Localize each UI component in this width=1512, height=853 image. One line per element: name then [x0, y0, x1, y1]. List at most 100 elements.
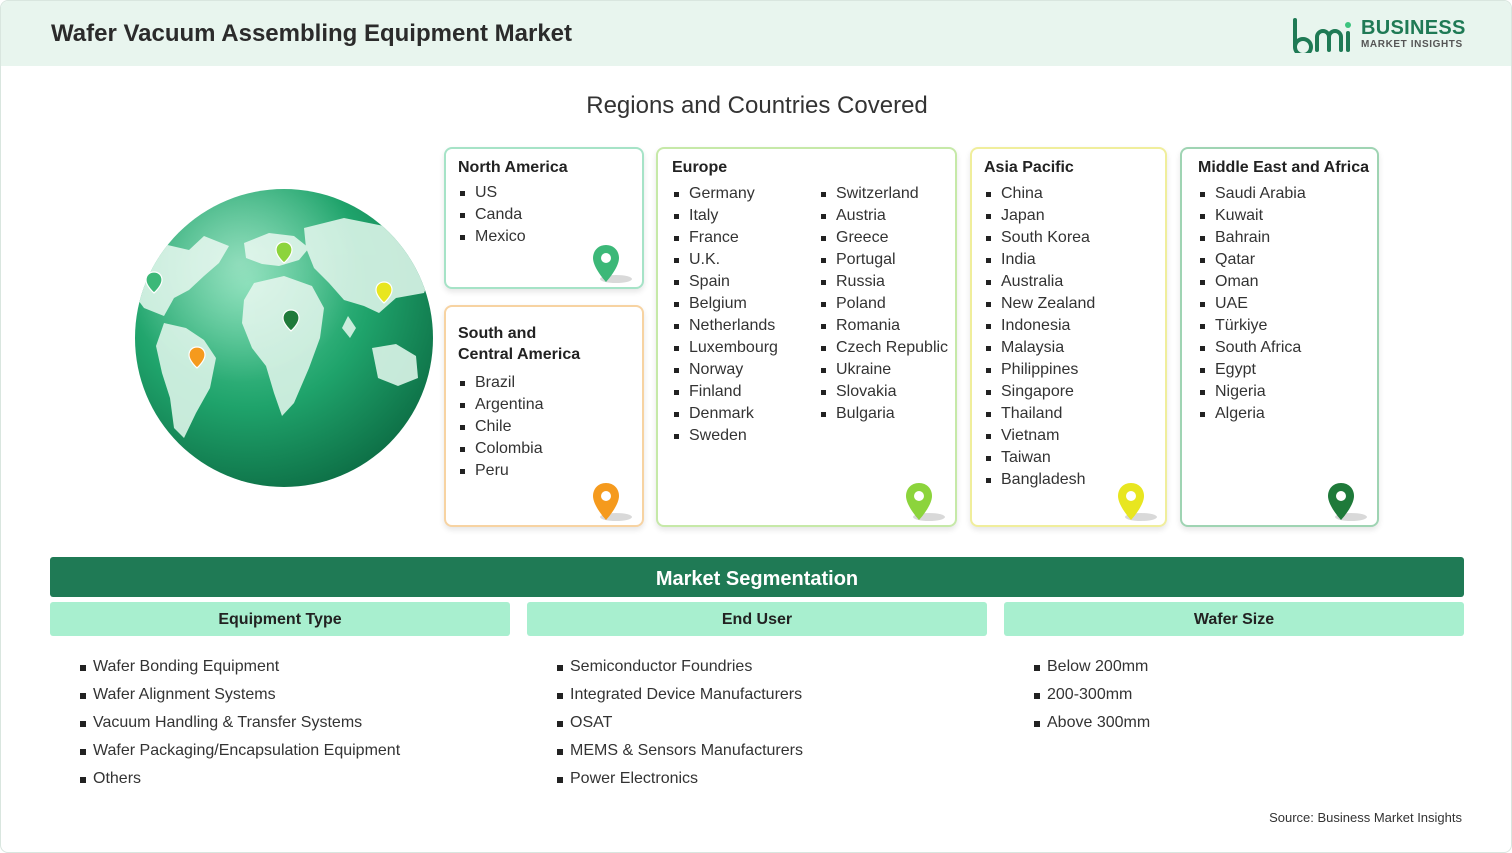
map-pin-icon	[593, 245, 632, 283]
list-item: Nigeria	[1198, 381, 1306, 403]
list-item: MEMS & Sensors Manufacturers	[557, 737, 803, 765]
list-item: Denmark	[672, 403, 778, 425]
list-item: Portugal	[819, 249, 948, 271]
region-card-south-central-america: South and Central America Brazil Argentin…	[444, 305, 644, 527]
list-item: Greece	[819, 227, 948, 249]
list-item: Mexico	[458, 226, 526, 248]
list-item: Above 300mm	[1034, 709, 1150, 737]
list-item: Germany	[672, 183, 778, 205]
region-card-europe: Europe Germany Italy France U.K. Spain B…	[656, 147, 957, 527]
header: Wafer Vacuum Assembling Equipment Market…	[1, 1, 1511, 66]
list-item: Integrated Device Manufacturers	[557, 681, 803, 709]
list-item: South Africa	[1198, 337, 1306, 359]
list-item: Wafer Alignment Systems	[80, 681, 400, 709]
segment-header-wafer-size: Wafer Size	[1004, 602, 1464, 636]
list-item: New Zealand	[984, 293, 1095, 315]
list-item: Türkiye	[1198, 315, 1306, 337]
list-item: Malaysia	[984, 337, 1095, 359]
region-name-line2: Central America	[458, 346, 581, 363]
list-item: Italy	[672, 205, 778, 227]
list-item: Bulgaria	[819, 403, 948, 425]
brand-logo: BUSINESS MARKET INSIGHTS	[1291, 15, 1471, 55]
list-item: Indonesia	[984, 315, 1095, 337]
list-item: UAE	[1198, 293, 1306, 315]
list-item: OSAT	[557, 709, 803, 737]
list-item: India	[984, 249, 1095, 271]
segment-list-wafer-size: Below 200mm 200-300mm Above 300mm	[1034, 653, 1150, 737]
segment-header-equipment-type: Equipment Type	[50, 602, 510, 636]
list-item: Wafer Packaging/Encapsulation Equipment	[80, 737, 400, 765]
list-item: Sweden	[672, 425, 778, 447]
list-item: Taiwan	[984, 447, 1095, 469]
list-item: Vacuum Handling & Transfer Systems	[80, 709, 400, 737]
region-name: North America	[458, 159, 568, 176]
country-list: China Japan South Korea India Australia …	[984, 183, 1095, 491]
list-item: Chile	[458, 416, 544, 438]
list-item: Others	[80, 765, 400, 793]
list-item: Qatar	[1198, 249, 1306, 271]
list-item: China	[984, 183, 1095, 205]
list-item: Oman	[1198, 271, 1306, 293]
list-item: Below 200mm	[1034, 653, 1150, 681]
list-item: Japan	[984, 205, 1095, 227]
list-item: Czech Republic	[819, 337, 948, 359]
map-pin-icon	[593, 483, 632, 521]
list-item: Russia	[819, 271, 948, 293]
list-item: Belgium	[672, 293, 778, 315]
list-item: Wafer Bonding Equipment	[80, 653, 400, 681]
segment-list-end-user: Semiconductor Foundries Integrated Devic…	[557, 653, 803, 793]
segmentation-title: Market Segmentation	[50, 557, 1464, 597]
regions-title: Regions and Countries Covered	[586, 92, 928, 119]
country-list-col2: Switzerland Austria Greece Portugal Russ…	[819, 183, 948, 425]
region-card-middle-east-africa: Middle East and Africa Saudi Arabia Kuwa…	[1180, 147, 1379, 527]
list-item: Poland	[819, 293, 948, 315]
list-item: Brazil	[458, 372, 544, 394]
list-item: Egypt	[1198, 359, 1306, 381]
list-item: Singapore	[984, 381, 1095, 403]
country-list: Brazil Argentina Chile Colombia Peru	[458, 372, 544, 482]
region-card-asia-pacific: Asia Pacific China Japan South Korea Ind…	[970, 147, 1167, 527]
brand-name: BUSINESS	[1361, 17, 1466, 39]
list-item: Switzerland	[819, 183, 948, 205]
brand-subname: MARKET INSIGHTS	[1361, 39, 1463, 50]
list-item: Thailand	[984, 403, 1095, 425]
list-item: Finland	[672, 381, 778, 403]
list-item: Romania	[819, 315, 948, 337]
list-item: Vietnam	[984, 425, 1095, 447]
list-item: U.K.	[672, 249, 778, 271]
segment-header-end-user: End User	[527, 602, 987, 636]
list-item: Slovakia	[819, 381, 948, 403]
region-name: South and Central America	[458, 323, 580, 365]
map-pin-icon	[906, 483, 945, 521]
list-item: Netherlands	[672, 315, 778, 337]
list-item: Ukraine	[819, 359, 948, 381]
list-item: Kuwait	[1198, 205, 1306, 227]
list-item: Bahrain	[1198, 227, 1306, 249]
list-item: South Korea	[984, 227, 1095, 249]
list-item: 200-300mm	[1034, 681, 1150, 709]
map-pin-icon	[1328, 483, 1367, 521]
list-item: Colombia	[458, 438, 544, 460]
source-note: Source: Business Market Insights	[1269, 810, 1462, 825]
list-item: Australia	[984, 271, 1095, 293]
list-item: France	[672, 227, 778, 249]
region-card-north-america: North America US Canda Mexico	[444, 147, 644, 289]
list-item: Canda	[458, 204, 526, 226]
list-item: Algeria	[1198, 403, 1306, 425]
list-item: Luxembourg	[672, 337, 778, 359]
list-item: Saudi Arabia	[1198, 183, 1306, 205]
list-item: Power Electronics	[557, 765, 803, 793]
map-pin-icon	[1118, 483, 1157, 521]
country-list: Saudi Arabia Kuwait Bahrain Qatar Oman U…	[1198, 183, 1306, 425]
list-item: Spain	[672, 271, 778, 293]
list-item: Norway	[672, 359, 778, 381]
region-name: Middle East and Africa	[1198, 159, 1369, 176]
region-name: Asia Pacific	[984, 159, 1074, 176]
list-item: Bangladesh	[984, 469, 1095, 491]
list-item: US	[458, 182, 526, 204]
globe-icon	[135, 189, 433, 487]
infographic-frame: Wafer Vacuum Assembling Equipment Market…	[0, 0, 1512, 853]
list-item: Peru	[458, 460, 544, 482]
list-item: Argentina	[458, 394, 544, 416]
region-name: Europe	[672, 159, 728, 176]
